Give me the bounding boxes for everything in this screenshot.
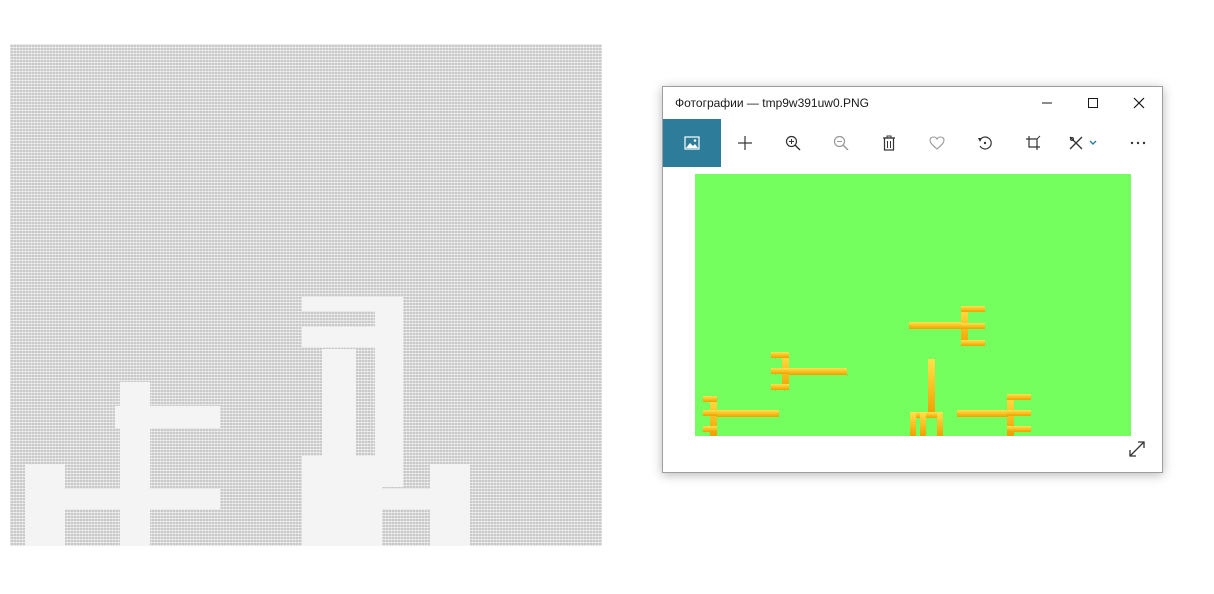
image-view-icon [684,136,700,150]
zoom-out-button[interactable] [817,119,865,167]
crop-button[interactable] [1009,119,1057,167]
add-button[interactable] [721,119,769,167]
maximize-button[interactable] [1070,87,1116,119]
ascii-art-panel [10,44,602,546]
chevron-down-icon [1089,140,1097,145]
zoom-in-icon [785,135,801,151]
photos-window: Фотографии — tmp9w391uw0.PNG [662,86,1163,473]
expand-icon [1129,441,1145,457]
crop-icon [1026,135,1041,150]
fork-shape [957,394,1031,436]
photo-viewer-image [695,174,1131,436]
ascii-shape [120,464,150,546]
fork-shape [909,306,985,346]
close-button[interactable] [1116,87,1162,119]
edit-draw-icon [1069,136,1083,150]
view-image-button[interactable] [663,119,721,167]
zoom-out-icon [833,135,849,151]
fork-shape [771,352,847,390]
more-button[interactable] [1114,119,1162,167]
window-title: Фотографии — tmp9w391uw0.PNG [675,96,869,110]
ascii-shape [25,464,65,546]
more-icon [1130,141,1146,145]
minimize-button[interactable] [1024,87,1070,119]
ascii-shape [430,464,470,546]
toolbar [663,119,1162,167]
fullscreen-button[interactable] [1126,438,1148,460]
rotate-icon [978,136,992,150]
ascii-shape [302,297,402,311]
edit-draw-button[interactable] [1057,119,1109,167]
favorite-button[interactable] [913,119,961,167]
zoom-in-button[interactable] [769,119,817,167]
ascii-shape [302,456,382,546]
delete-button[interactable] [865,119,913,167]
add-icon [738,136,752,150]
rotate-button[interactable] [961,119,1009,167]
minimize-icon [1042,102,1052,104]
favorite-heart-icon [929,136,945,150]
ascii-shape [375,377,403,487]
ascii-shape [120,382,150,472]
fork-shape [703,396,779,436]
title-bar: Фотографии — tmp9w391uw0.PNG [663,87,1162,119]
forks-image [703,306,1031,436]
delete-icon [883,135,895,151]
maximize-icon [1088,98,1098,108]
close-icon [1133,97,1145,109]
fork-shape [910,359,943,436]
